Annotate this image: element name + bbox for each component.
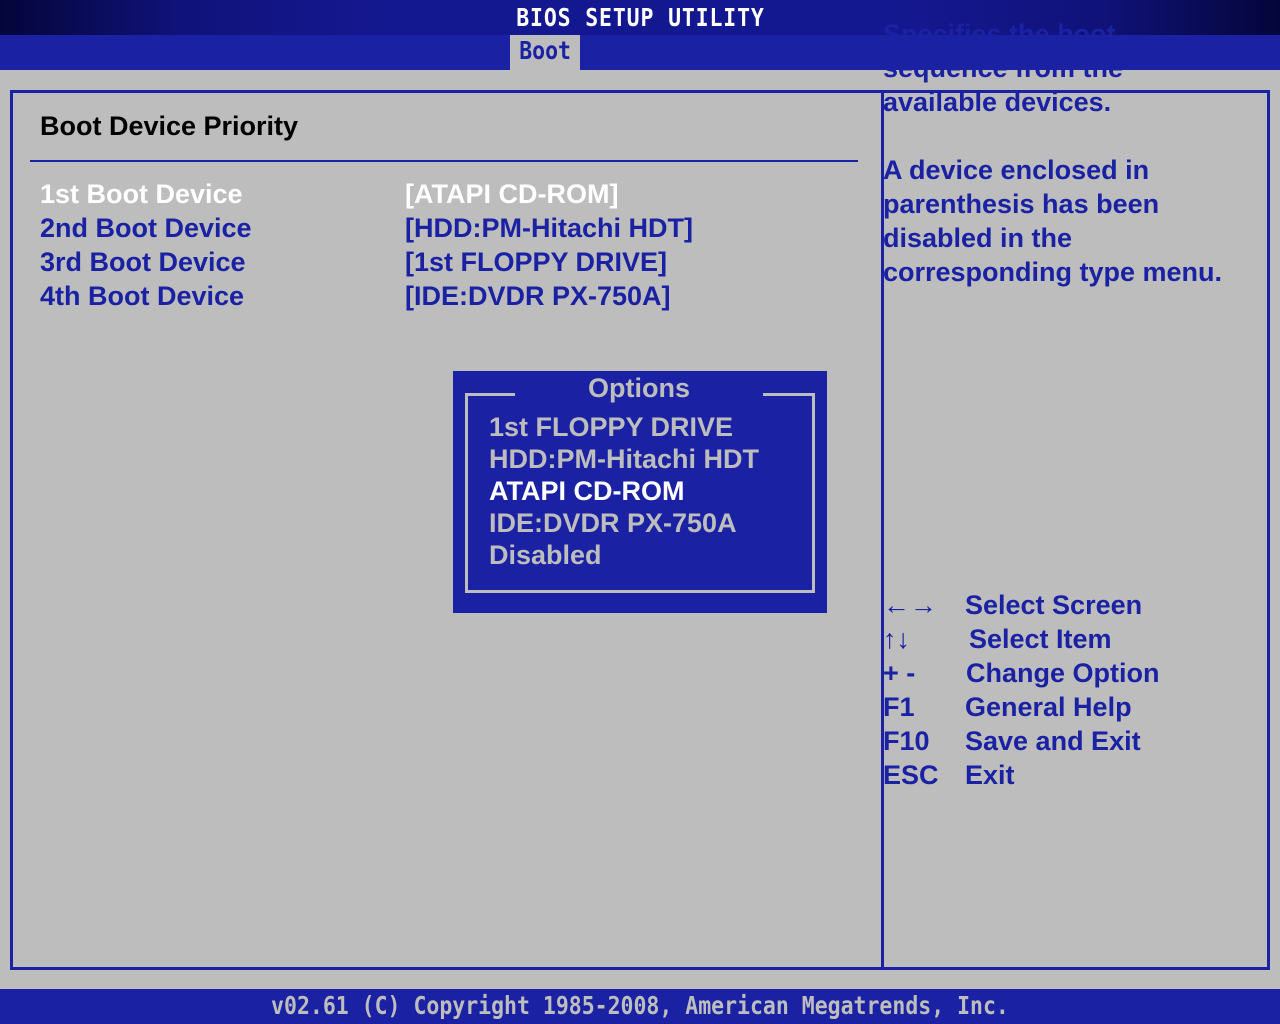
setting-value: [IDE:DVDR PX-750A] [405,281,671,311]
setting-value: [1st FLOPPY DRIVE] [405,247,668,277]
option-item[interactable]: Disabled [489,540,602,572]
footer-bar: v02.61 (C) Copyright 1985-2008, American… [0,989,1280,1024]
key-row: ←→ Select Screen [883,590,1243,624]
app-title: BIOS SETUP UTILITY [515,3,765,32]
setting-value: [HDD:PM-Hitachi HDT] [405,213,693,243]
option-item[interactable]: 1st FLOPPY DRIVE [489,412,733,444]
key-description: Select Item [969,624,1112,654]
setting-1st-boot-device[interactable]: 1st Boot Device [ATAPI CD-ROM] [40,179,860,213]
help-paragraph: Specifies the boot sequence from the ava… [883,19,1124,117]
key-label: F10 [883,726,930,756]
setting-label: 1st Boot Device [40,179,243,209]
option-item[interactable]: IDE:DVDR PX-750A [489,508,737,540]
setting-label: 4th Boot Device [40,281,245,311]
options-popup: Options 1st FLOPPY DRIVE HDD:PM-Hitachi … [453,371,827,613]
key-description: Exit [965,760,1015,790]
setting-label: 2nd Boot Device [40,213,252,243]
key-label: ESC [883,760,939,790]
options-title: Options [515,373,763,409]
setting-label: 3rd Boot Device [40,247,246,277]
help-paragraph: A device enclosed in parenthesis has bee… [883,155,1223,287]
option-item[interactable]: ATAPI CD-ROM [489,476,684,508]
key-row: + - Change Option [883,658,1243,692]
setting-4th-boot-device[interactable]: 4th Boot Device [IDE:DVDR PX-750A] [40,281,860,315]
setting-3rd-boot-device[interactable]: 3rd Boot Device [1st FLOPPY DRIVE] [40,247,860,281]
help-panel: Specifies the boot sequence from the ava… [883,17,1243,323]
key-legend: ←→ Select Screen ↑↓ Select Item + - Chan… [883,590,1243,794]
copyright-text: v02.61 (C) Copyright 1985-2008, American… [271,991,1009,1020]
key-row: ESC Exit [883,760,1243,794]
key-row: F1 General Help [883,692,1243,726]
key-description: General Help [965,692,1132,722]
key-row: F10 Save and Exit [883,726,1243,760]
key-description: Save and Exit [965,726,1141,756]
key-label: + - [883,658,916,688]
section-title: Boot Device Priority [40,111,299,141]
setting-2nd-boot-device[interactable]: 2nd Boot Device [HDD:PM-Hitachi HDT] [40,213,860,247]
key-label: F1 [883,692,915,722]
option-item[interactable]: HDD:PM-Hitachi HDT [489,444,759,476]
key-row: ↑↓ Select Item [883,624,1243,658]
section-divider [30,160,858,162]
tab-boot[interactable]: Boot [510,35,580,70]
up-down-arrows-icon: ↑↓ [883,624,910,654]
key-description: Select Screen [965,590,1143,620]
setting-value: [ATAPI CD-ROM] [405,179,619,209]
key-description: Change Option [966,658,1160,688]
left-right-arrows-icon: ←→ [883,590,937,620]
